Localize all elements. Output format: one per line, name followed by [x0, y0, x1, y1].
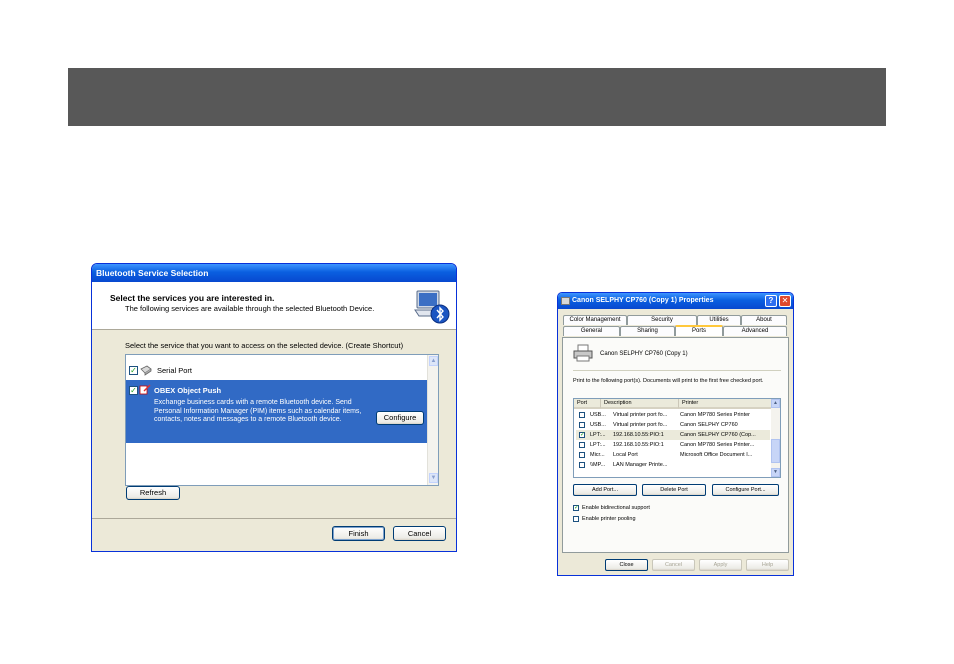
configure-port-button[interactable]: Configure Port...: [712, 484, 779, 496]
service-instruction: Select the service that you want to acce…: [125, 341, 404, 350]
tab-general[interactable]: General: [563, 326, 620, 336]
scroll-up-icon[interactable]: ▲: [771, 399, 780, 408]
column-header-port[interactable]: Port: [574, 399, 601, 409]
close-icon[interactable]: ✕: [779, 295, 791, 307]
tab-about[interactable]: About: [741, 315, 787, 325]
bluetooth-service-selection-window: Bluetooth Service Selection Select the s…: [91, 263, 457, 552]
table-row[interactable]: Micr... Local Port Microsoft Office Docu…: [576, 450, 770, 460]
list-item-serial-port[interactable]: ✓ Serial Port: [127, 364, 427, 377]
description-cell: 192.168.10.55:PIO:1: [613, 442, 664, 448]
bidirectional-label: Enable bidirectional support: [582, 505, 650, 511]
header-title: Select the services you are interested i…: [110, 293, 275, 303]
printer-title-icon: [561, 297, 570, 305]
help-icon[interactable]: ?: [765, 295, 777, 307]
bidirectional-checkbox[interactable]: ✓: [573, 505, 579, 511]
description-cell: 192.168.10.55:PIO:1: [613, 432, 664, 438]
refresh-button[interactable]: Refresh: [126, 486, 180, 500]
configure-button[interactable]: Configure: [376, 411, 424, 425]
table-row[interactable]: \\MP... LAN Manager Printe...: [576, 460, 770, 470]
printer-cell: Canon MP780 Series Printer: [680, 412, 751, 418]
header-subtitle: The following services are available thr…: [125, 304, 375, 313]
column-header-printer[interactable]: Printer: [679, 399, 773, 409]
port-checkbox[interactable]: [579, 412, 585, 418]
printer-icon: [573, 344, 593, 362]
scroll-thumb[interactable]: [771, 439, 780, 463]
port-checkbox[interactable]: ✓: [579, 432, 585, 438]
description-cell: Virtual printer port fo...: [613, 422, 668, 428]
scroll-up-icon[interactable]: ▲: [429, 356, 438, 366]
bluetooth-computer-icon: [414, 290, 450, 324]
help-button[interactable]: Help: [746, 559, 789, 571]
port-checkbox[interactable]: [579, 442, 585, 448]
service-description: Exchange business cards with a remote Bl…: [154, 399, 362, 423]
printer-name: Canon SELPHY CP760 (Copy 1): [600, 351, 688, 357]
tab-utilities[interactable]: Utilities: [697, 315, 741, 325]
serial-port-icon: [140, 365, 152, 376]
ports-instruction: Print to the following port(s). Document…: [573, 378, 764, 384]
port-checkbox[interactable]: [579, 422, 585, 428]
tab-ports[interactable]: Ports: [675, 325, 723, 336]
finish-button[interactable]: Finish: [332, 526, 385, 541]
cancel-button[interactable]: Cancel: [652, 559, 695, 571]
table-row[interactable]: ✓ LPT:... 192.168.10.55:PIO:1 Canon SELP…: [576, 430, 770, 440]
port-cell: USB...: [590, 412, 606, 418]
divider: [573, 370, 781, 371]
service-list[interactable]: ✓ Serial Port ✓ OBEX Object Push Exchang…: [125, 354, 439, 486]
printer-cell: Microsoft Office Document I...: [680, 452, 753, 458]
printer-properties-window: Canon SELPHY CP760 (Copy 1) Properties ?…: [557, 292, 794, 576]
wizard-header: Select the services you are interested i…: [92, 282, 456, 330]
port-list-scrollbar[interactable]: ▲ ▼: [771, 399, 780, 477]
tab-color-management[interactable]: Color Management: [563, 315, 627, 325]
ports-tab-panel: Canon SELPHY CP760 (Copy 1) Print to the…: [562, 337, 789, 553]
tab-security[interactable]: Security: [627, 315, 697, 325]
port-cell: \\MP...: [590, 462, 606, 468]
port-cell: LPT:...: [590, 442, 606, 448]
table-row[interactable]: LPT:... 192.168.10.55:PIO:1 Canon MP780 …: [576, 440, 770, 450]
scroll-down-icon[interactable]: ▼: [429, 473, 438, 483]
port-checkbox[interactable]: [579, 462, 585, 468]
pooling-label: Enable printer pooling: [582, 516, 636, 522]
list-scrollbar[interactable]: ▲ ▼: [427, 355, 438, 485]
description-cell: LAN Manager Printe...: [613, 462, 668, 468]
scroll-down-icon[interactable]: ▼: [771, 468, 780, 477]
apply-button[interactable]: Apply: [699, 559, 742, 571]
port-cell: LPT:...: [590, 432, 606, 438]
service-name: Serial Port: [157, 366, 193, 375]
list-item-obex-object-push[interactable]: ✓ OBEX Object Push Exchange business car…: [126, 380, 427, 443]
port-cell: Micr...: [590, 452, 605, 458]
window-titlebar: Canon SELPHY CP760 (Copy 1) Properties ?…: [558, 293, 793, 309]
serial-port-checkbox[interactable]: ✓: [129, 366, 138, 375]
button-area-divider: [92, 518, 456, 519]
port-checkbox[interactable]: [579, 452, 585, 458]
table-row[interactable]: USB... Virtual printer port fo... Canon …: [576, 410, 770, 420]
pooling-checkbox[interactable]: [573, 516, 579, 522]
description-cell: Virtual printer port fo...: [613, 412, 668, 418]
printer-cell: Canon SELPHY CP760 (Cop...: [680, 432, 756, 438]
port-list[interactable]: Port Description Printer USB... Virtual …: [573, 398, 781, 478]
cancel-button[interactable]: Cancel: [393, 526, 446, 541]
column-header-description[interactable]: Description: [601, 399, 679, 409]
tab-sharing[interactable]: Sharing: [620, 326, 675, 336]
service-name: OBEX Object Push: [154, 386, 222, 395]
port-cell: USB...: [590, 422, 606, 428]
obex-checkbox[interactable]: ✓: [129, 386, 138, 395]
add-port-button[interactable]: Add Port...: [573, 484, 637, 496]
tab-advanced[interactable]: Advanced: [723, 326, 787, 336]
delete-port-button[interactable]: Delete Port: [642, 484, 706, 496]
description-cell: Local Port: [613, 452, 638, 458]
printer-cell: Canon SELPHY CP760: [680, 422, 738, 428]
printer-cell: Canon MP780 Series Printer...: [680, 442, 755, 448]
window-title: Bluetooth Service Selection: [92, 264, 456, 282]
close-button[interactable]: Close: [605, 559, 648, 571]
window-title: Canon SELPHY CP760 (Copy 1) Properties: [572, 297, 714, 304]
table-row[interactable]: USB... Virtual printer port fo... Canon …: [576, 420, 770, 430]
obex-push-icon: [139, 384, 151, 395]
header-banner: [68, 68, 886, 126]
